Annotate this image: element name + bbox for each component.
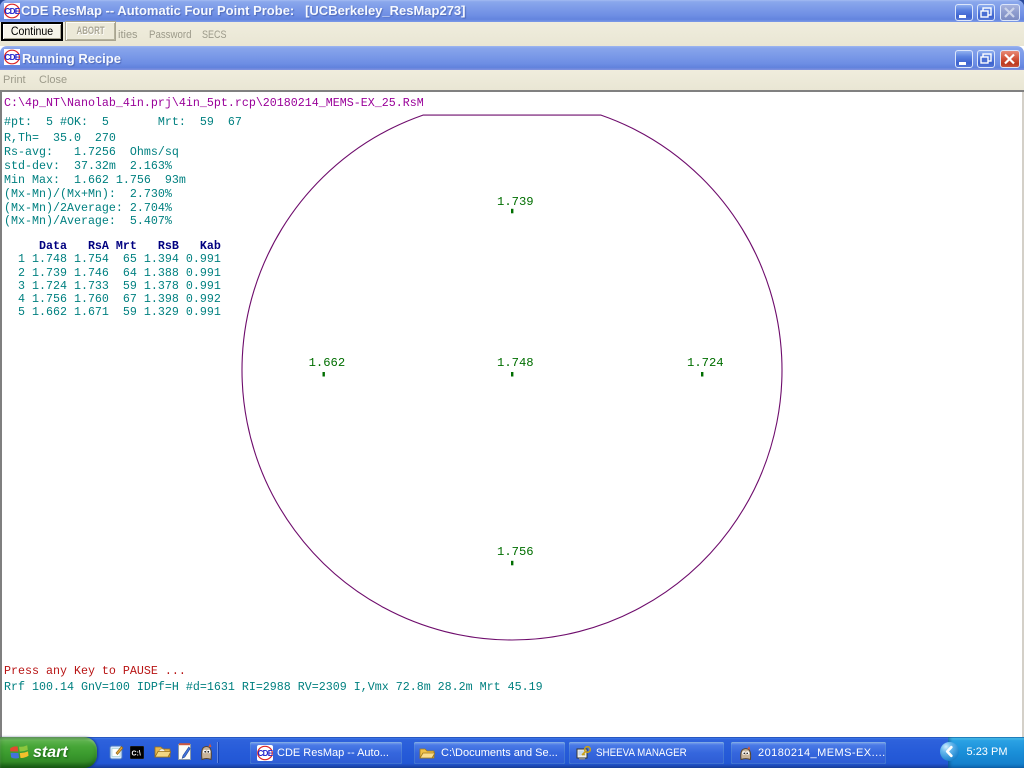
svg-text:CDE: CDE — [5, 6, 20, 16]
svg-text:C:\: C:\ — [132, 751, 141, 758]
svg-text:CDE: CDE — [258, 749, 273, 758]
svg-text:CDE: CDE — [5, 52, 20, 62]
